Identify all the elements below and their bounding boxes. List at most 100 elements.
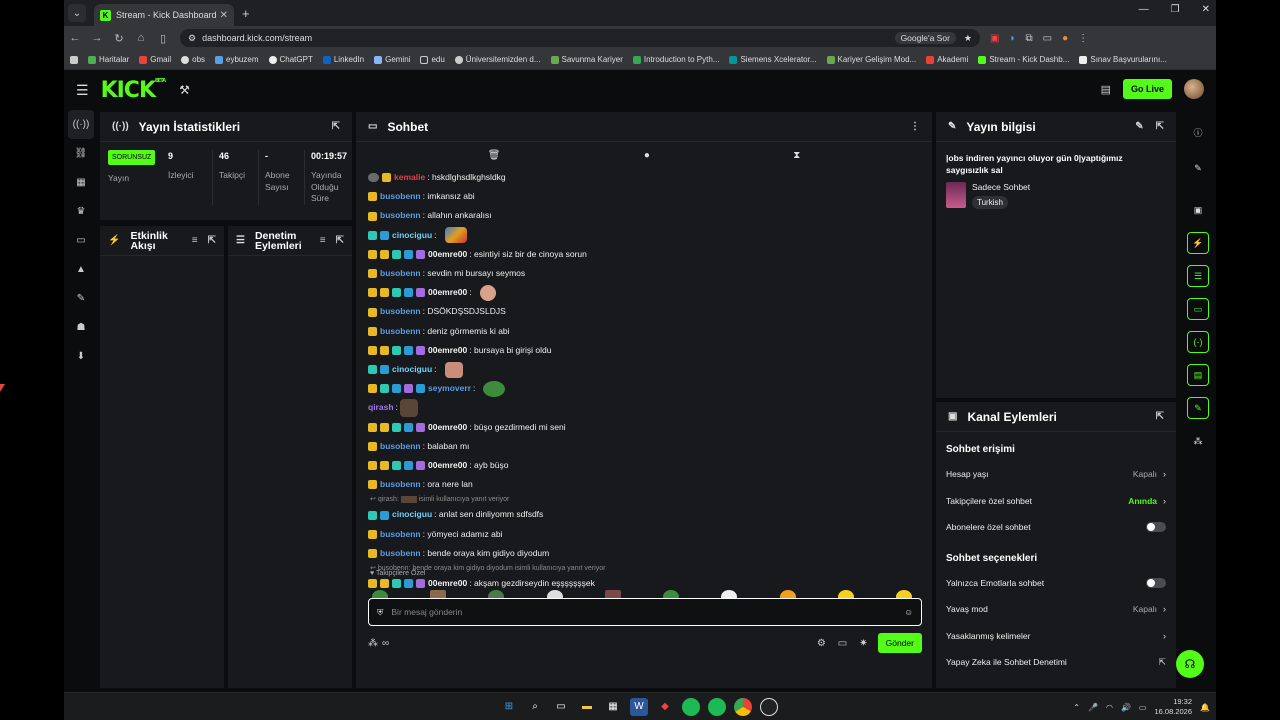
settings-gear-icon[interactable]: ⚙ [817, 638, 826, 649]
chrome-icon[interactable] [734, 698, 752, 716]
bookmark-item[interactable]: LinkedIn [322, 55, 364, 64]
chevron-up-icon[interactable]: ⌃ [1073, 703, 1080, 712]
profile-icon[interactable]: ● [1062, 33, 1068, 44]
spotify-icon[interactable] [708, 698, 726, 716]
bookmark-item[interactable]: Savunma Kariyer [550, 55, 623, 64]
hammer-icon[interactable]: ⚒ [179, 83, 190, 97]
avatar[interactable] [1184, 79, 1204, 99]
split-view-icon[interactable]: ▯ [152, 32, 174, 45]
send-button[interactable]: Gönder [877, 633, 922, 653]
bookmark-item[interactable]: Sınav Başvurularını... [1079, 55, 1167, 64]
kick-logo[interactable]: KICKBETA [101, 78, 167, 103]
banned-words-option[interactable]: Yasaklanmış kelimeler › [936, 623, 1176, 650]
wrench-icon[interactable]: ✎ [64, 284, 98, 313]
edit-icon[interactable]: ✎ [1135, 121, 1143, 132]
bookmark-item[interactable]: Introduction to Pyth... [632, 55, 719, 64]
bookmark-star-icon[interactable]: ★ [964, 33, 972, 44]
word-icon[interactable]: W [630, 698, 648, 716]
info-icon[interactable]: ⓘ [1187, 121, 1209, 143]
broadcast-icon[interactable]: ((·)) [68, 110, 94, 139]
bookmark-item[interactable]: obs [181, 55, 205, 64]
shield-icon[interactable]: ⛨ [377, 607, 383, 618]
spotify-icon[interactable] [682, 698, 700, 716]
address-bar[interactable]: ⚙ dashboard.kick.com/stream Google'a Sor… [180, 29, 980, 47]
popout-icon[interactable]: ⇱ [1156, 411, 1164, 422]
bookmark-item[interactable]: Haritalar [88, 55, 129, 64]
tab-search-icon[interactable]: ⌄ [68, 4, 86, 22]
slow-mode-option[interactable]: Yavaş mod Kapalı › [936, 596, 1176, 623]
save-icon[interactable]: ▤ [1187, 364, 1209, 386]
filter-icon[interactable]: ≡ [320, 235, 326, 246]
nodes-icon[interactable]: ⁂ [1187, 430, 1209, 452]
chat-icon[interactable]: ▭ [1187, 298, 1209, 320]
bookmark-item[interactable]: Üniversitemizden d... [454, 55, 541, 64]
wallet-icon[interactable]: ▤ [1101, 83, 1111, 96]
minimize-icon[interactable]: — [1139, 4, 1149, 15]
extensions-puzzle-icon[interactable]: ⧉ [1026, 33, 1033, 44]
link-icon[interactable]: ⛓ [64, 139, 98, 168]
tab-kick-dashboard[interactable]: K Stream - Kick Dashboard ✕ [94, 4, 234, 26]
windows-start-icon[interactable]: ⊞ [500, 698, 518, 716]
broadcast-icon[interactable]: (·) [1187, 331, 1209, 353]
hamburger-menu-icon[interactable]: ☰ [76, 82, 89, 99]
bookmark-item[interactable]: eybuzem [215, 55, 259, 64]
popout-icon[interactable]: ⇱ [1156, 121, 1164, 132]
account-age-option[interactable]: Hesap yaşı Kapalı › [936, 461, 1176, 488]
edit-icon[interactable]: ✎ [1187, 157, 1209, 179]
kebab-menu-icon[interactable]: ⋮ [910, 121, 920, 132]
home-icon[interactable]: ⌂ [130, 32, 152, 44]
ai-moderation-option[interactable]: Yapay Zeka ile Sohbet Denetimi ⇱ [936, 649, 1176, 676]
go-live-button[interactable]: Go Live [1122, 79, 1172, 99]
volume-icon[interactable]: 🔊 [1121, 703, 1131, 712]
chat-bubble-icon[interactable]: ▭ [838, 638, 847, 649]
subscribers-only-toggle[interactable] [1146, 522, 1166, 533]
site-info-icon[interactable]: ⚙ [188, 33, 196, 44]
followers-only-option[interactable]: Takipçilere özel sohbet Anında › [936, 488, 1176, 515]
battery-icon[interactable]: ▭ [1139, 703, 1147, 712]
bookmark-apps-icon[interactable] [70, 55, 78, 64]
file-explorer-icon[interactable]: ▬ [578, 698, 596, 716]
wifi-icon[interactable]: ◠ [1106, 703, 1113, 712]
trash-icon[interactable]: 🗑 [488, 150, 501, 161]
close-tab-icon[interactable]: ✕ [220, 10, 228, 21]
badge-icon[interactable]: ✷ [859, 638, 867, 649]
bookmark-item[interactable]: Akademi [926, 55, 968, 64]
back-icon[interactable]: ← [64, 32, 86, 44]
reload-icon[interactable]: ↻ [108, 32, 130, 45]
search-icon[interactable]: ⌕ [526, 698, 544, 716]
extension-icon[interactable]: ▣ [990, 33, 999, 44]
brave-icon[interactable]: ◆ [656, 698, 674, 716]
task-view-icon[interactable]: ▭ [552, 698, 570, 716]
popout-icon[interactable]: ⇱ [336, 235, 344, 246]
mic-icon[interactable]: 🎤 [1088, 703, 1098, 712]
extension-audio-icon[interactable]: ◗ [1009, 33, 1015, 44]
popout-icon[interactable]: ⇱ [332, 121, 340, 132]
emote-only-toggle[interactable] [1146, 577, 1166, 588]
store-icon[interactable]: ▦ [604, 698, 622, 716]
bookmark-item[interactable]: ChatGPT [268, 55, 313, 64]
chat-bubble-icon[interactable]: ● [644, 150, 650, 161]
community-icon[interactable]: ☗ [64, 313, 98, 342]
points-icon[interactable]: ⁂ [368, 638, 378, 649]
infinity-icon[interactable]: ∞ [382, 638, 389, 649]
clock[interactable]: 19:32 16.08.2026 [1154, 697, 1192, 717]
bookmark-item[interactable]: edu [420, 55, 445, 64]
wrench-icon[interactable]: ✎ [1187, 397, 1209, 419]
download-icon[interactable]: ⬇ [64, 342, 98, 371]
trophy-icon[interactable]: ♛ [64, 197, 98, 226]
bookmark-item[interactable]: Kariyer Gelişim Mod... [826, 55, 916, 64]
bookmark-item[interactable]: Gmail [139, 55, 171, 64]
bookmark-item[interactable]: Stream - Kick Dashb... [978, 55, 1069, 64]
list-icon[interactable]: ☰ [1187, 265, 1209, 287]
bookmark-item[interactable]: Gemini [374, 55, 410, 64]
chart-icon[interactable]: ▲ [64, 255, 98, 284]
notification-bell-icon[interactable]: 🔔 [1200, 703, 1210, 712]
maximize-icon[interactable]: ❐ [1171, 4, 1180, 15]
emoji-picker-icon[interactable]: ☺ [904, 607, 913, 617]
hourglass-icon[interactable]: ⧗ [793, 150, 800, 161]
close-window-icon[interactable]: ✕ [1202, 4, 1210, 15]
filter-icon[interactable]: ≡ [192, 235, 198, 246]
obs-icon[interactable] [760, 698, 778, 716]
sidebar-icon[interactable]: ▭ [1043, 33, 1052, 44]
popout-icon[interactable]: ⇱ [208, 235, 216, 246]
